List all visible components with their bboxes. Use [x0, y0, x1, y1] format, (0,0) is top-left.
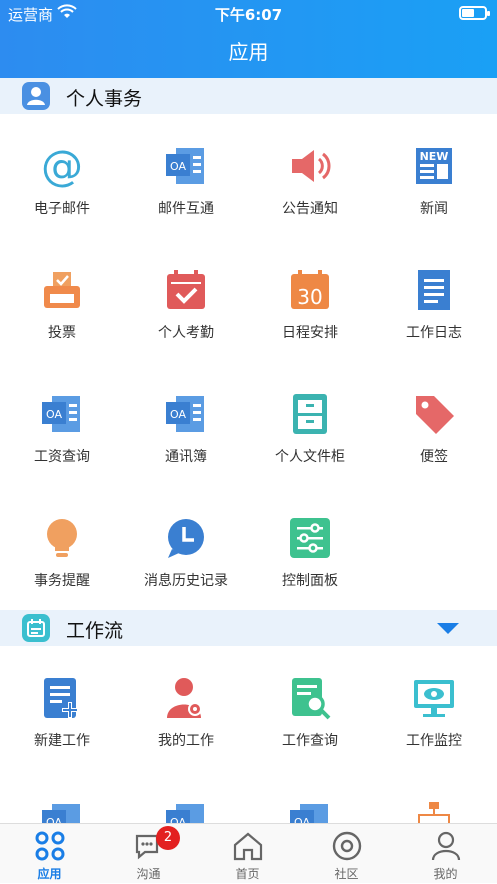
user-gear-icon: [167, 678, 202, 718]
tab-label: 我的: [433, 867, 458, 881]
app-label: 个人文件柜: [275, 449, 345, 465]
app-label: 通讯簿: [165, 449, 207, 465]
app-email[interactable]: @ 电子邮件: [0, 114, 124, 238]
monitor-eye-icon: [414, 680, 454, 717]
app-worklog[interactable]: 工作日志: [372, 238, 496, 362]
tab-profile[interactable]: 我的: [396, 824, 495, 884]
person-icon: [22, 82, 50, 110]
svg-text:OA: OA: [170, 160, 186, 173]
at-sign-icon: @: [41, 144, 83, 188]
app-news[interactable]: NEW 新闻: [372, 114, 496, 238]
speaker-icon: [292, 150, 331, 182]
bottom-tab-bar: 应用 2 沟通 首页 社区 我的: [0, 823, 497, 883]
tab-community[interactable]: 社区: [297, 824, 396, 884]
notebook-icon: [418, 270, 450, 310]
newspaper-icon: NEW: [416, 148, 452, 184]
app-announcement[interactable]: 公告通知: [248, 114, 372, 238]
app-label: 便签: [420, 449, 448, 465]
section-workflow-header[interactable]: 工作流: [0, 610, 497, 646]
app-reminder[interactable]: 事务提醒: [0, 486, 124, 610]
home-icon: [233, 832, 263, 861]
unread-badge: 2: [156, 826, 180, 850]
profile-icon: [431, 831, 461, 861]
app-vote[interactable]: 投票: [0, 238, 124, 362]
app-my-work[interactable]: 我的工作: [124, 646, 248, 770]
tab-home[interactable]: 首页: [198, 824, 297, 884]
org-chart-icon: [418, 802, 450, 823]
svg-text:30: 30: [297, 285, 322, 309]
app-label: 投票: [48, 325, 76, 341]
status-bar: 运营商 下午6:07: [0, 0, 497, 26]
app-label: 事务提醒: [34, 573, 90, 589]
svg-text:OA: OA: [46, 816, 62, 823]
app-salary[interactable]: OA 工资查询: [0, 362, 124, 486]
app-label: 个人考勤: [158, 325, 214, 341]
page-title: 应用: [228, 40, 269, 64]
svg-text:OA: OA: [294, 816, 310, 823]
battery-icon: [459, 6, 490, 20]
oa-doc-icon: OA: [290, 804, 328, 823]
oa-doc-icon: OA: [42, 396, 80, 432]
sliders-icon: [290, 518, 330, 558]
app-label: 电子邮件: [34, 201, 90, 217]
clock-chat-icon: [168, 519, 204, 558]
app-label: 消息历史记录: [144, 573, 228, 589]
app-label: 公告通知: [282, 201, 338, 217]
tag-icon: [416, 396, 454, 434]
calendar-check-icon: [167, 270, 205, 309]
app-label: 我的工作: [158, 733, 214, 749]
app-work-monitor[interactable]: 工作监控: [372, 646, 496, 770]
section-personal-header: 个人事务: [0, 78, 497, 114]
app-label: 工作查询: [282, 733, 338, 749]
tab-label: 沟通: [136, 867, 161, 881]
clock: 下午6:07: [214, 6, 283, 24]
app-message-history[interactable]: 消息历史记录: [124, 486, 248, 610]
app-mail-interop[interactable]: OA 邮件互通: [124, 114, 248, 238]
app-label: 控制面板: [282, 573, 338, 589]
tab-chat[interactable]: 2 沟通: [99, 824, 198, 884]
app-label: 新闻: [420, 201, 448, 217]
community-icon: [332, 831, 362, 861]
oa-doc-icon: OA: [166, 804, 204, 823]
app-label: 工作日志: [406, 325, 462, 341]
oa-doc-icon: OA: [42, 804, 80, 823]
app-control-panel[interactable]: 控制面板: [248, 486, 372, 610]
calendar-30-icon: 30: [291, 270, 329, 309]
apps-icon: [35, 831, 65, 861]
app-file-cabinet[interactable]: 个人文件柜: [248, 362, 372, 486]
app-label: 工资查询: [34, 449, 90, 465]
bulb-icon: [47, 519, 77, 557]
ballot-box-icon: [44, 272, 80, 308]
app-new-work[interactable]: 新建工作: [0, 646, 124, 770]
app-addressbook[interactable]: OA 通讯簿: [124, 362, 248, 486]
oa-doc-icon: OA: [166, 148, 204, 184]
collapse-triangle-icon[interactable]: [437, 623, 459, 634]
app-label: 邮件互通: [158, 201, 214, 217]
svg-text:OA: OA: [170, 816, 186, 823]
doc-search-icon: [292, 678, 331, 720]
app-label: 新建工作: [34, 733, 90, 749]
tab-label: 社区: [334, 867, 359, 881]
app-header: 运营商 下午6:07 应用: [0, 0, 497, 78]
oa-doc-icon: OA: [166, 396, 204, 432]
section-personal-title: 个人事务: [66, 88, 143, 110]
tab-apps[interactable]: 应用: [0, 824, 99, 884]
app-attendance[interactable]: 个人考勤: [124, 238, 248, 362]
svg-text:NEW: NEW: [420, 150, 449, 163]
app-work-query[interactable]: 工作查询: [248, 646, 372, 770]
section-workflow-title: 工作流: [66, 620, 124, 642]
app-label: 日程安排: [282, 325, 338, 341]
app-schedule[interactable]: 30 日程安排: [248, 238, 372, 362]
new-doc-icon: [44, 678, 78, 718]
tab-label: 应用: [37, 867, 62, 881]
cabinet-icon: [293, 394, 327, 434]
svg-text:OA: OA: [170, 408, 186, 421]
app-notes[interactable]: 便签: [372, 362, 496, 486]
svg-text:OA: OA: [46, 408, 62, 421]
svg-text:@: @: [41, 144, 83, 188]
tab-label: 首页: [235, 867, 260, 881]
calendar-icon: [22, 614, 50, 642]
app-label: 工作监控: [406, 733, 462, 749]
